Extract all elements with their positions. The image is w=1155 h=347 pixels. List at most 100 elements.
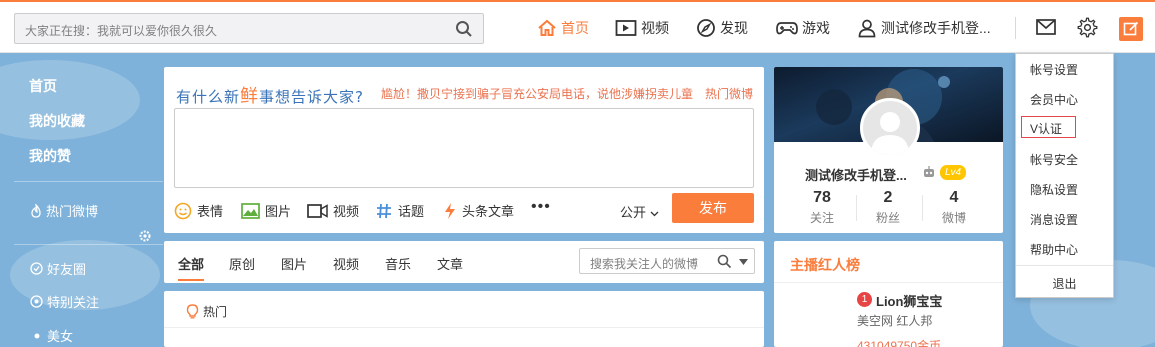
robot-icon bbox=[924, 166, 934, 177]
group-settings-gear-icon[interactable] bbox=[139, 230, 151, 242]
global-search-box[interactable]: 大家正在搜：我就可以爱你很久很久 bbox=[14, 13, 484, 44]
sidebar-item-beauty[interactable]: 美女 bbox=[33, 326, 73, 345]
tool-image[interactable]: 图片 bbox=[241, 201, 291, 220]
post-textarea[interactable] bbox=[174, 108, 754, 188]
search-icon[interactable] bbox=[455, 20, 473, 38]
level-badge[interactable]: Lv4 bbox=[940, 165, 967, 180]
stat-number: 78 bbox=[813, 189, 831, 206]
stat-following[interactable]: 78 关注 bbox=[792, 189, 852, 226]
image-icon bbox=[241, 202, 260, 219]
sidebar-divider bbox=[14, 181, 163, 182]
visibility-value: 公开 bbox=[620, 205, 647, 220]
stat-posts[interactable]: 4 微博 bbox=[924, 189, 984, 226]
tab-images[interactable]: 图片 bbox=[281, 254, 307, 273]
menu-item-privacy[interactable]: 隐私设置 bbox=[1030, 181, 1078, 198]
tool-video[interactable]: 视频 bbox=[307, 201, 359, 220]
tool-emoji[interactable]: 表情 bbox=[174, 201, 223, 220]
divider bbox=[856, 195, 857, 221]
menu-divider bbox=[1016, 265, 1113, 266]
nav-video-label: 视频 bbox=[641, 20, 669, 36]
nav-discover[interactable]: 发现 bbox=[696, 17, 748, 39]
tab-music[interactable]: 音乐 bbox=[385, 254, 411, 273]
profile-card: 测试修改手机登... Lv4 78 关注 2 粉丝 4 微博 bbox=[774, 67, 1003, 233]
menu-item-account-security[interactable]: 帐号安全 bbox=[1030, 151, 1078, 168]
sidebar-item-beauty-label: 美女 bbox=[47, 329, 74, 344]
sidebar-divider bbox=[14, 244, 163, 245]
menu-item-help-center[interactable]: 帮助中心 bbox=[1030, 241, 1078, 258]
hot-weibo-link[interactable]: 热门微博 bbox=[705, 85, 753, 102]
menu-item-logout[interactable]: 退出 bbox=[1016, 275, 1113, 292]
sidebar-item-hot-label: 热门微博 bbox=[46, 204, 99, 219]
anchor-name[interactable]: Lion狮宝宝 bbox=[876, 291, 942, 310]
profile-name[interactable]: 测试修改手机登... bbox=[805, 165, 907, 184]
nav-game[interactable]: 游戏 bbox=[776, 17, 830, 39]
gear-icon[interactable] bbox=[1077, 17, 1098, 38]
target-icon bbox=[30, 295, 43, 308]
stat-label: 微博 bbox=[941, 211, 966, 225]
feed-search-box[interactable]: 搜索我关注人的微博 bbox=[579, 248, 755, 274]
divider bbox=[164, 327, 764, 328]
composer-title-part: 有什么新 bbox=[176, 88, 241, 106]
nav-home[interactable]: 首页 bbox=[537, 17, 589, 39]
tool-topic-label: 话题 bbox=[398, 204, 425, 219]
nav-discover-label: 发现 bbox=[720, 20, 748, 36]
nav-user[interactable]: 测试修改手机登... bbox=[857, 17, 991, 39]
hashtag-icon bbox=[377, 203, 391, 218]
chevron-down-icon bbox=[650, 211, 659, 217]
sidebar-item-special-label: 特别关注 bbox=[47, 295, 100, 310]
hot-topic-link[interactable]: 尴尬！撒贝宁接到骗子冒充公安局电话，说他涉嫌拐卖儿童 bbox=[381, 85, 693, 102]
bulb-icon bbox=[186, 304, 199, 319]
tool-article-label: 头条文章 bbox=[462, 204, 515, 219]
publish-button[interactable]: 发布 bbox=[672, 193, 754, 223]
smiley-icon bbox=[174, 202, 192, 219]
tool-video-label: 视频 bbox=[333, 204, 360, 219]
top-navigation-bar: 大家正在搜：我就可以爱你很久很久 首页 视频 发现 游戏 测试修改手机登... bbox=[0, 2, 1155, 53]
tool-article[interactable]: 头条文章 bbox=[443, 201, 514, 220]
sidebar-item-likes[interactable]: 我的赞 bbox=[29, 146, 71, 166]
tab-original[interactable]: 原创 bbox=[229, 254, 255, 273]
mail-icon[interactable] bbox=[1036, 19, 1056, 35]
nav-video[interactable]: 视频 bbox=[615, 17, 669, 39]
stat-label: 关注 bbox=[809, 211, 834, 225]
menu-item-message-settings[interactable]: 消息设置 bbox=[1030, 211, 1078, 228]
compose-button[interactable] bbox=[1119, 17, 1143, 41]
sidebar-item-favorites[interactable]: 我的收藏 bbox=[29, 111, 85, 131]
caret-down-icon[interactable] bbox=[739, 259, 748, 265]
avatar[interactable] bbox=[860, 98, 920, 158]
tab-articles[interactable]: 文章 bbox=[437, 254, 463, 273]
sidebar-item-home[interactable]: 首页 bbox=[29, 76, 57, 96]
tool-topic[interactable]: 话题 bbox=[375, 201, 424, 220]
composer-title: 有什么新鲜事想告诉大家? bbox=[176, 82, 364, 108]
hot-section: 热门 bbox=[164, 291, 764, 347]
search-icon[interactable] bbox=[717, 254, 732, 269]
post-composer: 有什么新鲜事想告诉大家? 尴尬！撒贝宁接到骗子冒充公安局电话，说他涉嫌拐卖儿童 … bbox=[164, 67, 764, 233]
search-input[interactable]: 大家正在搜：我就可以爱你很久很久 bbox=[25, 22, 217, 39]
home-icon bbox=[538, 19, 556, 36]
compass-icon bbox=[697, 19, 715, 37]
hot-header[interactable]: 热门 bbox=[186, 303, 227, 320]
sidebar-item-special[interactable]: 特别关注 bbox=[30, 292, 99, 311]
tab-all[interactable]: 全部 bbox=[178, 254, 204, 273]
video-icon bbox=[615, 20, 637, 36]
video-camera-icon bbox=[307, 203, 328, 218]
stat-label: 粉丝 bbox=[875, 211, 900, 225]
flame-icon bbox=[31, 203, 41, 218]
menu-item-verification[interactable]: V认证 bbox=[1021, 116, 1076, 138]
anchor-ranking-card: 主播红人榜 1 Lion狮宝宝 美空网 红人邦 431049750金币 bbox=[774, 241, 1003, 347]
nav-user-label: 测试修改手机登... bbox=[881, 20, 991, 36]
divider bbox=[774, 282, 1003, 283]
menu-item-vip-center[interactable]: 会员中心 bbox=[1030, 91, 1078, 108]
menu-item-account-settings[interactable]: 帐号设置 bbox=[1030, 61, 1078, 78]
sidebar-item-friends[interactable]: 好友圈 bbox=[30, 259, 86, 278]
tab-video[interactable]: 视频 bbox=[333, 254, 359, 273]
stat-followers[interactable]: 2 粉丝 bbox=[858, 189, 918, 226]
anchor-ranking-title[interactable]: 主播红人榜 bbox=[790, 255, 860, 275]
feed-search-input[interactable]: 搜索我关注人的微博 bbox=[590, 255, 698, 272]
sidebar-item-hot[interactable]: 热门微博 bbox=[30, 201, 98, 220]
divider bbox=[1015, 17, 1016, 39]
more-tools-button[interactable]: ••• bbox=[531, 198, 551, 216]
visibility-select[interactable]: 公开 bbox=[620, 202, 659, 221]
settings-dropdown-menu: 帐号设置 会员中心 V认证 帐号安全 隐私设置 消息设置 帮助中心 退出 bbox=[1015, 53, 1114, 298]
friends-circle-icon bbox=[30, 262, 43, 275]
default-avatar-icon bbox=[871, 112, 909, 155]
